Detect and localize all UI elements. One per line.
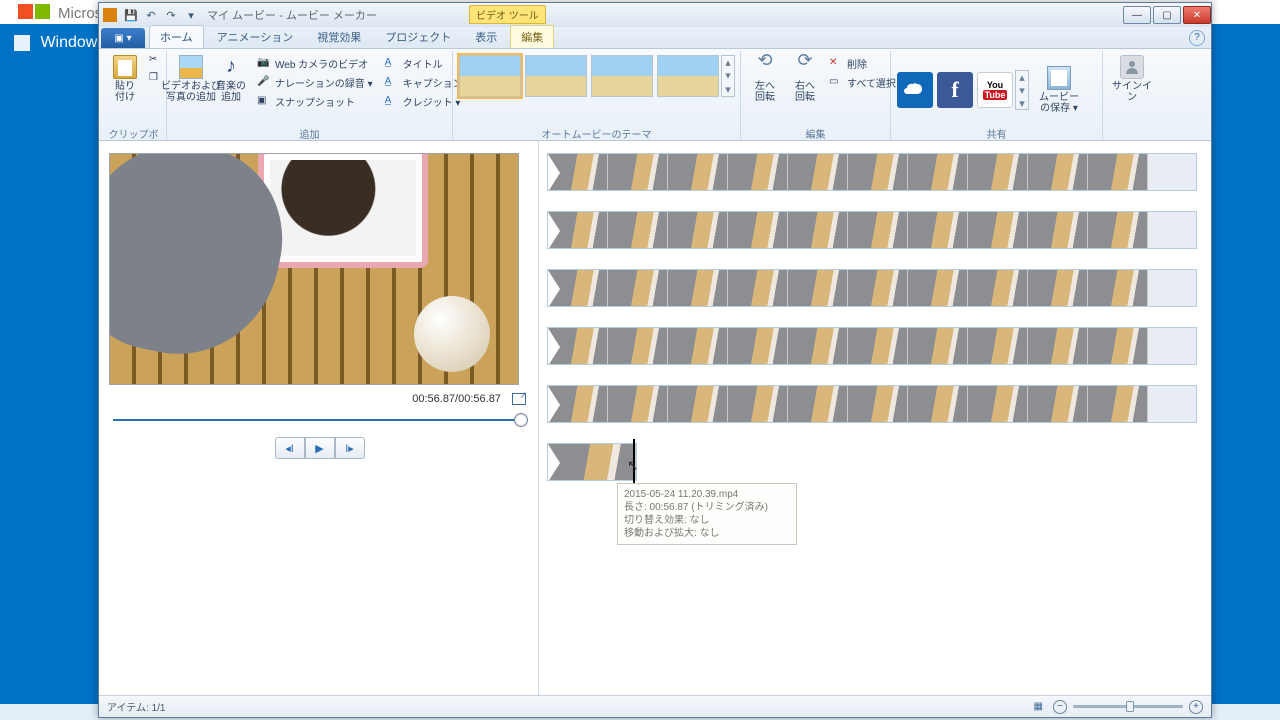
qat-dropdown-icon[interactable]: ▾ — [183, 7, 199, 23]
mic-icon: 🎤 — [257, 76, 271, 90]
playback-controls: ◂I ▶ I▸ — [109, 437, 530, 459]
share-gallery-more[interactable]: ▴▾▾ — [1015, 70, 1029, 110]
clip-row[interactable] — [547, 327, 1197, 365]
clip-row[interactable] — [547, 269, 1197, 307]
quick-access-toolbar: 💾 ↶ ↷ ▾ — [123, 7, 199, 23]
rotate-right-icon: ⟳ — [793, 55, 817, 79]
add-music-button[interactable]: ♪ 音楽の 追加 — [211, 53, 251, 105]
rotate-left-button[interactable]: ⟲ 左へ 回転 — [745, 53, 785, 105]
timecode: 00:56.87/00:56.87 — [109, 393, 526, 405]
user-icon — [1120, 55, 1144, 79]
clip-row-tail[interactable] — [547, 443, 637, 481]
group-share: f You Tube ▴▾▾ ムービー の保存 ▾ 共有 — [891, 51, 1103, 140]
prev-frame-button[interactable]: ◂I — [275, 437, 305, 459]
caption-icon: A̲ — [385, 76, 399, 90]
tab-animation[interactable]: アニメーション — [206, 25, 305, 48]
add-media-button[interactable]: ビデオおよび 写真の追加 — [171, 53, 211, 105]
title-icon: A̲ — [385, 57, 399, 71]
theme-thumb-3[interactable] — [591, 55, 653, 97]
tab-home[interactable]: ホーム — [149, 25, 204, 48]
share-skydrive[interactable] — [897, 72, 933, 108]
clip-tooltip: 2015-05-24 11.20.39.mp4 長さ: 00:56.87 (トリ… — [617, 483, 797, 545]
clip-row[interactable] — [547, 211, 1197, 249]
statusbar: アイテム: 1/1 ▦ − + — [99, 695, 1211, 717]
preview-pane: 00:56.87/00:56.87 ◂I ▶ I▸ — [99, 141, 539, 695]
tab-visual-effects[interactable]: 視覚効果 — [306, 25, 372, 48]
playback-scrubber[interactable] — [113, 417, 526, 423]
rotate-left-icon: ⟲ — [753, 55, 777, 79]
group-clipboard-label: クリップボード — [105, 126, 162, 140]
group-add: ビデオおよび 写真の追加 ♪ 音楽の 追加 📷Web カメラのビデオ 🎤ナレーシ… — [167, 51, 453, 140]
group-signin: サインイン — [1103, 51, 1161, 140]
theme-thumb-2[interactable] — [525, 55, 587, 97]
clip-row[interactable] — [547, 153, 1197, 191]
window-title: マイ ムービー - ムービー メーカー — [207, 7, 377, 23]
select-all-icon: ▭ — [829, 76, 843, 90]
group-share-label: 共有 — [895, 126, 1098, 140]
rotate-right-button[interactable]: ⟳ 右へ 回転 — [785, 53, 825, 105]
content-area: 00:56.87/00:56.87 ◂I ▶ I▸ — [99, 141, 1211, 695]
cut-icon: ✂ — [149, 54, 163, 68]
add-media-icon — [179, 55, 203, 79]
status-items: アイテム: 1/1 — [107, 699, 165, 714]
group-edit-label: 編集 — [745, 126, 886, 140]
credits-icon: A̲ — [385, 95, 399, 109]
save-movie-icon — [1047, 66, 1071, 90]
cut-button[interactable]: ✂ — [147, 53, 165, 69]
tab-edit[interactable]: 編集 — [510, 25, 554, 48]
next-frame-button[interactable]: I▸ — [335, 437, 365, 459]
tab-project[interactable]: プロジェクト — [374, 25, 462, 48]
preview-monitor — [109, 153, 519, 385]
zoom-controls: − + — [1053, 700, 1203, 714]
qat-redo-icon[interactable]: ↷ — [163, 7, 179, 23]
snapshot-button[interactable]: ▣スナップショット — [255, 93, 375, 110]
app-icon — [103, 8, 117, 22]
maximize-button[interactable]: ▢ — [1153, 6, 1181, 24]
webcam-button[interactable]: 📷Web カメラのビデオ — [255, 55, 375, 72]
bg-band-text: Windows — [14, 34, 105, 52]
timeline-pane[interactable]: ↖ 2015-05-24 11.20.39.mp4 長さ: 00:56.87 (… — [539, 141, 1211, 695]
delete-button[interactable]: ✕削除 — [827, 55, 898, 72]
theme-thumb-4[interactable] — [657, 55, 719, 97]
zoom-slider[interactable] — [1073, 705, 1183, 708]
qat-save-icon[interactable]: 💾 — [123, 7, 139, 23]
share-facebook[interactable]: f — [937, 72, 973, 108]
contextual-tab-label: ビデオ ツール — [469, 5, 546, 24]
group-clipboard: 貼り 付け ✂ ❐ クリップボード — [101, 51, 167, 140]
play-button[interactable]: ▶ — [305, 437, 335, 459]
webcam-icon: 📷 — [257, 57, 271, 71]
ribbon: 貼り 付け ✂ ❐ クリップボード ビデオおよび 写真の追加 — [99, 49, 1211, 141]
ribbon-tabs: ▣ ▾ ホーム アニメーション 視覚効果 プロジェクト 表示 編集 ? — [99, 27, 1211, 49]
share-youtube[interactable]: You Tube — [977, 72, 1013, 108]
delete-icon: ✕ — [829, 57, 843, 71]
signin-button[interactable]: サインイン — [1107, 53, 1157, 105]
group-add-label: 追加 — [171, 126, 448, 140]
zoom-in-button[interactable]: + — [1189, 700, 1203, 714]
qat-undo-icon[interactable]: ↶ — [143, 7, 159, 23]
narration-button[interactable]: 🎤ナレーションの録音 ▾ — [255, 74, 375, 91]
save-movie-button[interactable]: ムービー の保存 ▾ — [1035, 64, 1083, 116]
fullscreen-icon[interactable] — [512, 393, 526, 405]
select-all-button[interactable]: ▭すべて選択 — [827, 74, 898, 91]
clip-row[interactable] — [547, 385, 1197, 423]
mouse-cursor-icon: ↖ — [627, 457, 639, 474]
view-toggle-icon[interactable]: ▦ — [1034, 701, 1043, 712]
group-automovie-label: オートムービーのテーマ — [457, 126, 736, 140]
snapshot-icon: ▣ — [257, 95, 271, 109]
music-note-icon: ♪ — [219, 55, 243, 79]
zoom-out-button[interactable]: − — [1053, 700, 1067, 714]
paste-icon — [113, 55, 137, 79]
help-button[interactable]: ? — [1189, 30, 1205, 46]
group-automovie: ▴ ▾ ▾ オートムービーのテーマ — [453, 51, 741, 140]
titlebar: 💾 ↶ ↷ ▾ マイ ムービー - ムービー メーカー ビデオ ツール — ▢ … — [99, 3, 1211, 27]
file-menu[interactable]: ▣ ▾ — [101, 28, 145, 48]
tab-view[interactable]: 表示 — [464, 25, 508, 48]
paste-button[interactable]: 貼り 付け — [105, 53, 145, 105]
moviemaker-window: 💾 ↶ ↷ ▾ マイ ムービー - ムービー メーカー ビデオ ツール — ▢ … — [98, 2, 1212, 718]
group-edit: ⟲ 左へ 回転 ⟳ 右へ 回転 ✕削除 ▭すべて選択 編集 — [741, 51, 891, 140]
theme-thumb-1[interactable] — [459, 55, 521, 97]
close-button[interactable]: ✕ — [1183, 6, 1211, 24]
minimize-button[interactable]: — — [1123, 6, 1151, 24]
theme-gallery-more[interactable]: ▴ ▾ ▾ — [721, 55, 735, 97]
